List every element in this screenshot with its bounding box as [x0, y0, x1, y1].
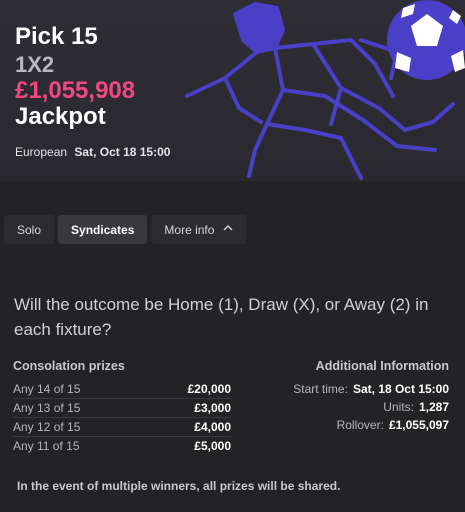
consolation-prizes-list: Any 14 of 15 £20,000 Any 13 of 15 £3,000…	[13, 380, 231, 455]
tab-syndicates-label: Syndicates	[71, 222, 135, 237]
football-icon	[387, 0, 465, 80]
game-subtitle: 1X2	[15, 52, 55, 77]
consolation-row: Any 13 of 15 £3,000	[13, 399, 231, 418]
consolation-row: Any 12 of 15 £4,000	[13, 418, 231, 437]
game-tabs: Solo Syndicates More info	[4, 215, 247, 244]
info-row-start-time: Start time: Sat, 18 Oct 15:00	[249, 380, 449, 398]
game-title: Pick 15	[15, 23, 98, 50]
tab-more-info[interactable]: More info	[151, 215, 247, 244]
info-row-units: Units: 1,287	[249, 398, 449, 416]
info-key: Units:	[383, 400, 414, 414]
consolation-label: Any 12 of 15	[13, 420, 81, 434]
info-key: Start time:	[293, 382, 348, 396]
tab-solo[interactable]: Solo	[4, 215, 55, 244]
jackpot-hero-banner: Pick 15 1X2 £1,055,908 Jackpot European …	[0, 0, 465, 181]
tab-solo-label: Solo	[17, 222, 42, 237]
chevron-up-icon	[223, 223, 233, 234]
info-row-rollover: Rollover: £1,055,097	[249, 416, 449, 434]
info-value: £1,055,097	[388, 418, 449, 432]
jackpot-amount: £1,055,908	[15, 77, 136, 104]
info-key: Rollover:	[336, 418, 384, 432]
game-meta: European Sat, Oct 18 15:00	[15, 145, 170, 159]
tab-more-info-label: More info	[164, 222, 215, 237]
info-value: 1,287	[418, 400, 449, 414]
consolation-label: Any 14 of 15	[13, 382, 81, 396]
consolation-prizes-title: Consolation prizes	[13, 359, 125, 373]
info-value: Sat, 18 Oct 15:00	[352, 382, 449, 396]
football-player-illustration	[185, 0, 465, 180]
consolation-value: £3,000	[194, 401, 231, 415]
game-region: European	[15, 145, 68, 159]
additional-information-title: Additional Information	[315, 359, 449, 373]
tab-syndicates[interactable]: Syndicates	[58, 215, 148, 244]
game-date: Sat, Oct 18 15:00	[74, 145, 171, 159]
consolation-label: Any 13 of 15	[13, 401, 81, 415]
consolation-value: £20,000	[187, 382, 231, 396]
consolation-value: £4,000	[194, 420, 231, 434]
jackpot-label: Jackpot	[15, 103, 106, 130]
consolation-value: £5,000	[194, 439, 231, 453]
game-question: Will the outcome be Home (1), Draw (X), …	[14, 295, 429, 339]
consolation-row: Any 11 of 15 £5,000	[13, 437, 231, 455]
prize-sharing-note: In the event of multiple winners, all pr…	[17, 479, 341, 493]
consolation-label: Any 11 of 15	[13, 439, 80, 453]
additional-information-list: Start time: Sat, 18 Oct 15:00 Units: 1,2…	[249, 380, 449, 434]
consolation-row: Any 14 of 15 £20,000	[13, 380, 231, 399]
